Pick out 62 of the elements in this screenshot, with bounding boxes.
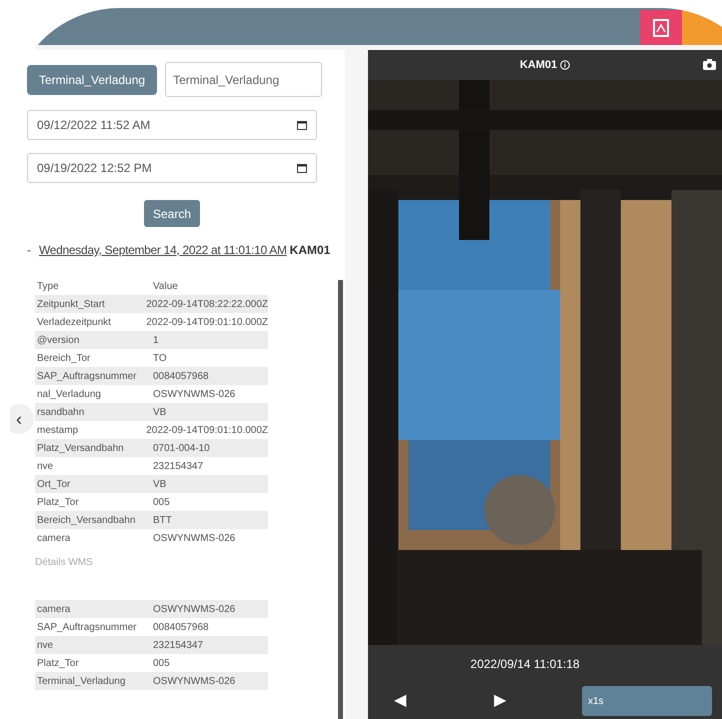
table-cell-text: rsandbahn [36,406,86,420]
table-cell-text: Platz_Versandbahn [36,442,125,456]
date-field[interactable]: 09/19/2022 12:52 PM [27,153,317,183]
event-link[interactable]: Wednesday, September 14, 2022 at 11:01:10 AM [39,241,287,259]
table-cell-text: 232154347 [153,638,204,652]
timestamp: 2022/09/14 11:01:18 [470,656,580,673]
filter-field[interactable]: Terminal_Verladung [165,62,322,97]
table-cell-text: @version [36,334,80,348]
speed-button[interactable]: x1s [582,686,712,716]
table-cell-text: BTT [153,514,172,528]
calendar-icon [297,163,307,173]
table-cell-text: OSWYNWMS-026 [153,602,236,616]
table-cell-text: Platz_Tor [36,496,80,510]
document-icon [653,18,669,36]
section-label: Détails WMS [35,556,94,570]
table-cell-text: 1 [153,334,159,348]
table-cell-text: camera [36,532,72,546]
table-cell-text: VB [153,478,166,492]
table-cell-text: 2022-09-14T08:22:22.000Z [146,298,268,312]
table-cell-text: Zeitpunkt_Start [36,298,106,312]
back-button[interactable]: ‹ [10,404,34,434]
column-header: Value [153,280,178,294]
toolbar-button[interactable] [682,10,722,45]
table-cell-text: Platz_Tor [36,656,80,670]
collapse-toggle[interactable]: - [27,241,31,259]
previous-button[interactable]: ◀ [394,689,406,713]
table-cell-text: OSWYNWMS-026 [153,532,236,546]
table-cell-text: mestamp [36,424,80,438]
table-cell-text: TO [153,352,167,366]
table-cell-text: nve [36,460,54,474]
table-cell-text: nve [36,638,54,652]
table-cell-text: Bereich_Versandbahn [36,514,136,528]
search-button[interactable]: Search [144,200,200,227]
column-header: Type [36,280,60,294]
table-cell-text: 0084057968 [153,370,209,384]
pdf-button[interactable] [640,10,682,45]
table-cell-text: camera [36,602,72,616]
next-button[interactable]: ▶ [494,689,506,713]
table-cell-text: 0701-004-10 [153,442,210,456]
info-icon [560,60,570,70]
table-cell-text: nal_Verladung [36,388,102,402]
table-cell-text: Terminal_Verladung [36,674,126,688]
table-cell-text: 2022-09-14T09:01:10.000Z [146,316,268,330]
table-cell-text: SAP_Auftragsnummer [36,370,138,384]
table-cell-text: 005 [153,496,170,510]
table-cell-text: VB [153,406,166,420]
table-cell-text: 2022-09-14T09:01:10.000Z [146,424,268,438]
table-cell-text: 0084057968 [153,620,209,634]
table-cell-text: OSWYNWMS-026 [153,388,236,402]
camera-label: KAM01 [290,242,330,259]
table-cell-text: OSWYNWMS-026 [153,674,236,688]
table-cell-text: SAP_Auftragsnummer [36,620,138,634]
table-cell-text: Ort_Tor [36,478,72,492]
date-field[interactable]: 09/12/2022 11:52 AM [27,110,317,140]
calendar-icon [297,120,307,130]
table-cell-text: Verladezeitpunkt [36,316,112,330]
camera-icon[interactable] [703,59,716,70]
table-cell-text: 005 [153,656,170,670]
filter-tag: Terminal_Verladung [27,64,158,94]
table-cell-text: Bereich_Tor [36,352,92,366]
table-cell-text: 232154347 [153,460,204,474]
camera-title: KAM01 [520,58,558,73]
